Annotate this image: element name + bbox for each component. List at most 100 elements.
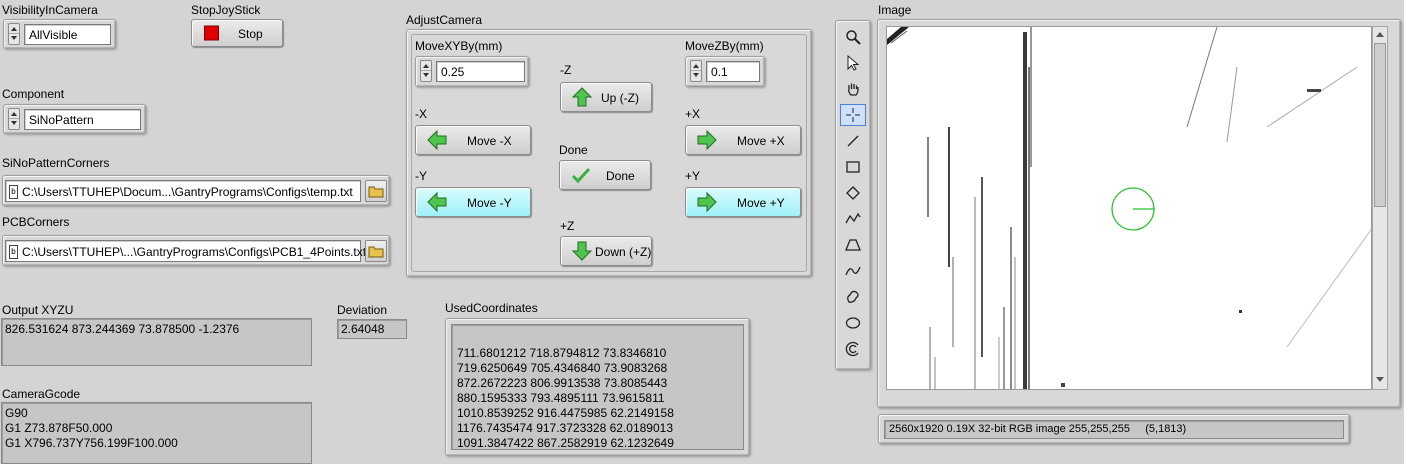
coordinate-line: 1010.8539252 916.4475985 62.2149158 xyxy=(457,406,674,420)
up-z-button-label: Up (-Z) xyxy=(601,91,639,105)
oval-tool[interactable] xyxy=(840,312,866,334)
movexy-value: 0.25 xyxy=(441,65,465,79)
coordinate-line: 719.6250649 705.4346840 73.9083268 xyxy=(457,361,668,375)
image-display-frame xyxy=(877,19,1401,408)
down-z-button-label: Down (+Z) xyxy=(595,245,652,259)
visibility-spinner[interactable] xyxy=(8,23,20,45)
folder-icon xyxy=(368,186,384,198)
visibility-label: VisibilityInCamera xyxy=(2,3,98,17)
zoom-icon xyxy=(846,30,861,45)
minus-x-label: -X xyxy=(415,107,427,121)
done-button[interactable]: Done xyxy=(559,160,651,190)
movez-spinner[interactable] xyxy=(690,60,702,82)
zoom-tool[interactable] xyxy=(840,26,866,48)
adjust-camera-title: AdjustCamera xyxy=(406,13,483,27)
component-field[interactable]: SiNoPattern xyxy=(24,109,141,130)
visibility-field[interactable]: AllVisible xyxy=(24,24,111,45)
crosshair-icon xyxy=(846,108,860,122)
deviation-label: Deviation xyxy=(337,303,388,317)
rotated-rectangle-icon xyxy=(846,186,860,200)
path-glyph-icon: b xyxy=(9,245,18,259)
visibility-value: AllVisible xyxy=(29,28,78,42)
output-xyzu-value: 826.531624 873.244369 73.878500 -1.2376 xyxy=(5,322,240,336)
move-minus-y-button[interactable]: Move -Y xyxy=(415,187,531,217)
pcb-corners-control: b C:\Users\TTUHEP\...\GantryPrograms\Con… xyxy=(2,235,390,266)
pan-tool[interactable] xyxy=(840,78,866,100)
rectangle-tool[interactable] xyxy=(840,156,866,178)
sinopattern-corners-control: b C:\Users\TTUHEP\Docum...\GantryProgram… xyxy=(2,175,390,206)
used-coordinates-label: UsedCoordinates xyxy=(445,301,538,315)
arrow-left-icon xyxy=(427,129,447,151)
coordinate-line: 1091.3847422 867.2582919 62.1232649 xyxy=(457,436,674,450)
plus-z-label: +Z xyxy=(560,219,575,233)
checkmark-icon xyxy=(571,167,591,184)
arrow-right-icon xyxy=(697,129,717,151)
scroll-thumb[interactable] xyxy=(1374,43,1386,207)
polyline-tool[interactable] xyxy=(840,208,866,230)
vertical-scrollbar[interactable] xyxy=(1372,26,1388,390)
component-spinner[interactable] xyxy=(8,108,20,130)
used-coordinates-indicator: 711.6801212 718.8794812 73.8346810 719.6… xyxy=(451,324,744,450)
pcb-path-field[interactable]: b C:\Users\TTUHEP\...\GantryPrograms\Con… xyxy=(5,240,366,262)
movexy-field[interactable]: 0.25 xyxy=(436,61,525,82)
adjust-camera-cluster: MoveXYBy(mm) 0.25 MoveZBy(mm) 0.1 -Z Up … xyxy=(406,29,812,277)
movez-control: 0.1 xyxy=(685,56,765,87)
annulus-tool[interactable] xyxy=(840,338,866,360)
stop-square-icon xyxy=(204,25,219,41)
coordinate-line: 1176.7435474 917.3723328 62.0189013 xyxy=(457,421,673,435)
line-tool[interactable] xyxy=(840,130,866,152)
pcb-corners-label: PCBCorners xyxy=(2,215,70,229)
image-info-indicator: 2560x1920 0.19X 32-bit RGB image 255,255… xyxy=(884,420,1344,439)
annulus-icon xyxy=(845,341,859,357)
move-minus-x-button[interactable]: Move -X xyxy=(415,125,531,155)
scroll-up-arrow[interactable] xyxy=(1375,29,1385,41)
pointer-tool[interactable] xyxy=(840,52,866,74)
image-info-text: 2560x1920 0.19X 32-bit RGB image 255,255… xyxy=(889,423,1187,435)
arrow-down-icon xyxy=(571,241,593,261)
used-coordinates-frame: 711.6801212 718.8794812 73.8346810 719.6… xyxy=(445,318,750,456)
scroll-down-arrow[interactable] xyxy=(1375,374,1385,386)
move-plus-y-button[interactable]: Move +Y xyxy=(685,187,801,217)
folder-icon xyxy=(368,246,384,258)
gcode-line: G1 X796.737Y756.199F100.000 xyxy=(5,436,178,450)
component-control: SiNoPattern xyxy=(3,104,146,134)
oval-icon xyxy=(845,317,861,329)
freehand-line-icon xyxy=(845,266,861,276)
movexy-spinner[interactable] xyxy=(420,60,432,82)
up-z-button[interactable]: Up (-Z) xyxy=(560,82,652,112)
sinopattern-path-field[interactable]: b C:\Users\TTUHEP\Docum...\GantryProgram… xyxy=(5,180,361,202)
camera-image[interactable] xyxy=(886,26,1372,390)
browse-folder-button[interactable] xyxy=(365,240,387,262)
done-button-label: Done xyxy=(606,169,635,183)
move-minus-x-label: Move -X xyxy=(467,134,512,148)
deviation-indicator: 2.64048 xyxy=(337,319,407,339)
gcode-line: G90 xyxy=(5,406,28,420)
freehand-region-tool[interactable] xyxy=(840,286,866,308)
pcb-path-value: C:\Users\TTUHEP\...\GantryPrograms\Confi… xyxy=(22,245,367,259)
freehand-line-tool[interactable] xyxy=(840,260,866,282)
polyline-icon xyxy=(845,212,861,224)
stop-joystick-label: StopJoyStick xyxy=(191,3,261,17)
down-z-button[interactable]: Down (+Z) xyxy=(560,236,652,266)
rotated-rectangle-tool[interactable] xyxy=(840,182,866,204)
stop-button[interactable]: Stop xyxy=(191,19,283,47)
plus-x-label: +X xyxy=(685,107,701,121)
component-value: SiNoPattern xyxy=(29,113,94,127)
visibility-control: AllVisible xyxy=(3,19,116,49)
move-plus-x-button[interactable]: Move +X xyxy=(685,125,801,155)
browse-folder-button[interactable] xyxy=(365,180,387,202)
output-xyzu-label: Output XYZU xyxy=(2,303,74,317)
gcode-line: G1 Z73.878F50.000 xyxy=(5,421,113,435)
polygon-tool[interactable] xyxy=(840,234,866,256)
minus-z-label: -Z xyxy=(560,63,572,77)
image-label: Image xyxy=(878,3,912,17)
pan-hand-icon xyxy=(848,83,859,96)
arrow-right-icon xyxy=(697,191,717,213)
movez-field[interactable]: 0.1 xyxy=(706,61,760,82)
deviation-value: 2.64048 xyxy=(341,322,385,336)
movexy-control: 0.25 xyxy=(415,56,529,87)
crosshair-tool[interactable] xyxy=(840,104,866,126)
coordinate-line: 711.6801212 718.8794812 73.8346810 xyxy=(457,346,667,360)
arrow-left-icon xyxy=(427,191,447,213)
path-glyph-icon: b xyxy=(9,185,18,199)
